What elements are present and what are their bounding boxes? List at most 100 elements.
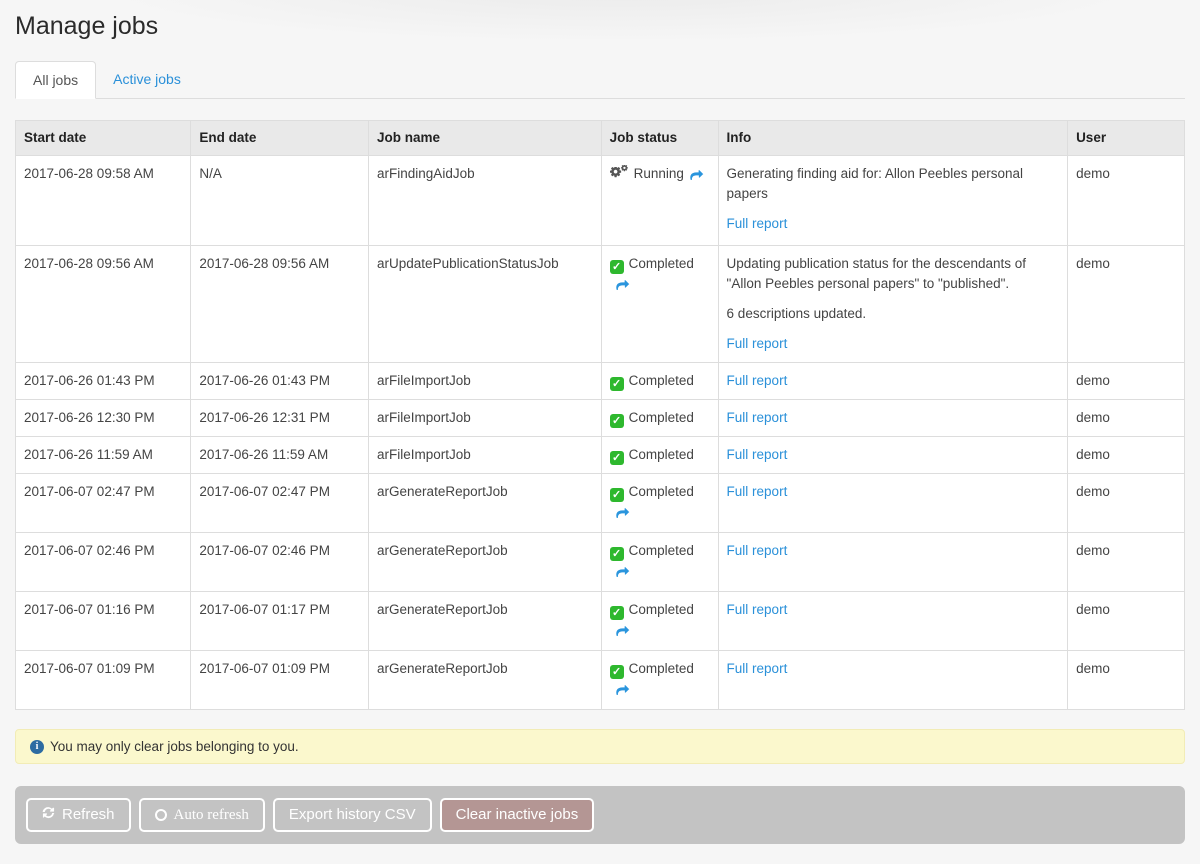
job-status-cell: ✓Completed xyxy=(601,474,718,533)
job-info-cell: Full report xyxy=(718,651,1068,710)
job-name: arFileImportJob xyxy=(369,400,602,437)
export-history-csv-button[interactable]: Export history CSV xyxy=(273,798,432,832)
share-icon xyxy=(616,683,630,698)
header-job-name: Job name xyxy=(369,121,602,156)
check-square-icon: ✓ xyxy=(610,414,624,428)
job-end-date: N/A xyxy=(191,156,369,246)
full-report-link[interactable]: Full report xyxy=(727,484,788,499)
job-end-date: 2017-06-07 02:47 PM xyxy=(191,474,369,533)
job-status-cell: Running xyxy=(601,156,718,246)
table-row: 2017-06-26 01:43 PM2017-06-26 01:43 PMar… xyxy=(16,363,1185,400)
job-info-text: Generating finding aid for: Allon Peeble… xyxy=(727,164,1060,204)
clear-jobs-notice: i You may only clear jobs belonging to y… xyxy=(15,729,1185,764)
job-status-label: Completed xyxy=(629,602,694,617)
job-status-label: Completed xyxy=(629,661,694,676)
job-info-cell: Full report xyxy=(718,533,1068,592)
job-status-label: Completed xyxy=(629,256,694,271)
job-info-cell: Updating publication status for the desc… xyxy=(718,246,1068,363)
refresh-button-label: Refresh xyxy=(62,806,115,824)
job-end-date: 2017-06-07 01:09 PM xyxy=(191,651,369,710)
job-status-cell: ✓ Completed xyxy=(601,363,718,400)
job-status-cell: ✓ Completed xyxy=(601,592,718,651)
job-name: arGenerateReportJob xyxy=(369,474,602,533)
table-header-row: Start date End date Job name Job status … xyxy=(16,121,1185,156)
share-icon xyxy=(616,565,630,580)
job-status-label: Running xyxy=(634,166,684,181)
share-icon xyxy=(616,624,630,639)
header-job-status: Job status xyxy=(601,121,718,156)
check-square-icon: ✓ xyxy=(610,260,624,274)
job-end-date: 2017-06-26 12:31 PM xyxy=(191,400,369,437)
share-icon xyxy=(690,168,704,183)
check-square-icon: ✓ xyxy=(610,451,624,465)
full-report-link[interactable]: Full report xyxy=(727,216,788,231)
job-end-date: 2017-06-07 02:46 PM xyxy=(191,533,369,592)
job-status-cell: ✓Completed xyxy=(601,651,718,710)
full-report-link[interactable]: Full report xyxy=(727,410,788,425)
header-user: User xyxy=(1068,121,1185,156)
job-status-label: Completed xyxy=(629,484,694,499)
job-info-cell: Generating finding aid for: Allon Peeble… xyxy=(718,156,1068,246)
job-end-date: 2017-06-26 01:43 PM xyxy=(191,363,369,400)
full-report-link[interactable]: Full report xyxy=(727,602,788,617)
job-user: demo xyxy=(1068,246,1185,363)
check-square-icon: ✓ xyxy=(610,606,624,620)
full-report-link[interactable]: Full report xyxy=(727,373,788,388)
job-end-date: 2017-06-07 01:17 PM xyxy=(191,592,369,651)
manage-jobs-page: Manage jobs All jobs Active jobs Start d… xyxy=(0,12,1200,864)
job-start-date: 2017-06-07 01:09 PM xyxy=(16,651,191,710)
job-end-date: 2017-06-28 09:56 AM xyxy=(191,246,369,363)
table-row: 2017-06-07 02:46 PM2017-06-07 02:46 PMar… xyxy=(16,533,1185,592)
jobs-tabs: All jobs Active jobs xyxy=(15,61,1185,99)
export-button-label: Export history CSV xyxy=(289,806,416,824)
refresh-button[interactable]: Refresh xyxy=(26,798,131,832)
table-row: 2017-06-07 01:09 PM2017-06-07 01:09 PMar… xyxy=(16,651,1185,710)
notice-text: You may only clear jobs belonging to you… xyxy=(50,739,299,754)
job-info-cell: Full report xyxy=(718,474,1068,533)
job-user: demo xyxy=(1068,156,1185,246)
job-start-date: 2017-06-28 09:58 AM xyxy=(16,156,191,246)
table-row: 2017-06-07 02:47 PM2017-06-07 02:47 PMar… xyxy=(16,474,1185,533)
job-name: arGenerateReportJob xyxy=(369,533,602,592)
info-circle-icon: i xyxy=(30,740,44,754)
job-user: demo xyxy=(1068,651,1185,710)
table-row: 2017-06-26 11:59 AM2017-06-26 11:59 AMar… xyxy=(16,437,1185,474)
job-end-date: 2017-06-26 11:59 AM xyxy=(191,437,369,474)
job-name: arUpdatePublicationStatusJob xyxy=(369,246,602,363)
tab-all-jobs[interactable]: All jobs xyxy=(15,61,96,99)
job-status-label: Completed xyxy=(629,373,694,388)
header-end-date: End date xyxy=(191,121,369,156)
check-square-icon: ✓ xyxy=(610,547,624,561)
job-start-date: 2017-06-26 12:30 PM xyxy=(16,400,191,437)
job-start-date: 2017-06-28 09:56 AM xyxy=(16,246,191,363)
job-status-cell: ✓ Completed xyxy=(601,400,718,437)
job-user: demo xyxy=(1068,400,1185,437)
job-name: arFileImportJob xyxy=(369,437,602,474)
full-report-link[interactable]: Full report xyxy=(727,661,788,676)
check-square-icon: ✓ xyxy=(610,377,624,391)
full-report-link[interactable]: Full report xyxy=(727,447,788,462)
job-status-cell: ✓ Completed xyxy=(601,246,718,363)
job-status-cell: ✓Completed xyxy=(601,437,718,474)
full-report-link[interactable]: Full report xyxy=(727,336,788,351)
cogs-icon xyxy=(610,167,629,180)
share-icon xyxy=(616,278,630,293)
circle-o-icon xyxy=(155,809,167,821)
jobs-action-bar: Refresh Auto refresh Export history CSV … xyxy=(15,786,1185,844)
job-info-cell: Full report xyxy=(718,363,1068,400)
job-info-cell: Full report xyxy=(718,437,1068,474)
table-row: 2017-06-26 12:30 PM2017-06-26 12:31 PMar… xyxy=(16,400,1185,437)
tab-active-jobs[interactable]: Active jobs xyxy=(96,61,198,99)
job-status-label: Completed xyxy=(629,410,694,425)
auto-refresh-button[interactable]: Auto refresh xyxy=(139,798,265,832)
clear-inactive-jobs-button[interactable]: Clear inactive jobs xyxy=(440,798,595,832)
job-start-date: 2017-06-26 11:59 AM xyxy=(16,437,191,474)
header-start-date: Start date xyxy=(16,121,191,156)
job-info-text: 6 descriptions updated. xyxy=(727,304,1060,324)
job-info-cell: Full report xyxy=(718,400,1068,437)
job-user: demo xyxy=(1068,437,1185,474)
jobs-table: Start date End date Job name Job status … xyxy=(15,120,1185,710)
refresh-icon xyxy=(42,806,55,824)
full-report-link[interactable]: Full report xyxy=(727,543,788,558)
page-title: Manage jobs xyxy=(15,12,1185,41)
